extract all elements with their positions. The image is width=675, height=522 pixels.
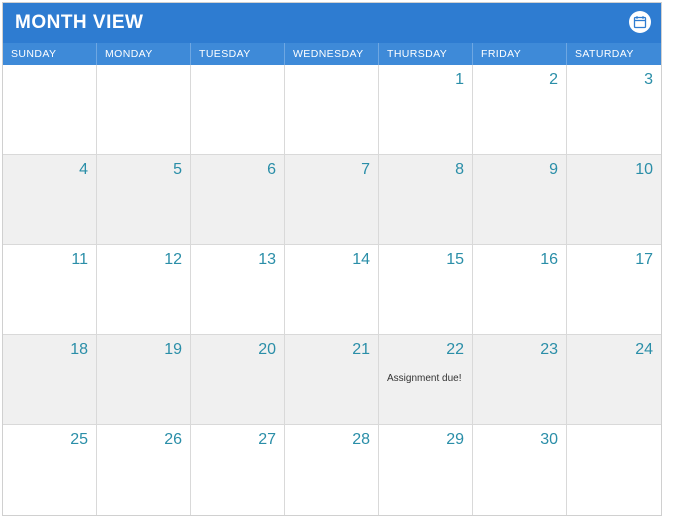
calendar-cell[interactable] — [191, 65, 285, 155]
date-number: 4 — [11, 161, 88, 179]
page-title: MONTH VIEW — [15, 12, 144, 34]
date-number: 30 — [481, 431, 558, 449]
calendar-cell[interactable]: 15 — [379, 245, 473, 335]
calendar-cell[interactable]: 28 — [285, 425, 379, 515]
date-number: 16 — [481, 251, 558, 269]
date-number: 17 — [575, 251, 653, 269]
calendar-event[interactable]: Assignment due! — [387, 373, 464, 385]
date-number: 29 — [387, 431, 464, 449]
dow-tuesday: TUESDAY — [191, 43, 285, 65]
date-number: 20 — [199, 341, 276, 359]
calendar-cell[interactable]: 7 — [285, 155, 379, 245]
date-number: 15 — [387, 251, 464, 269]
date-number: 24 — [575, 341, 653, 359]
date-number: 18 — [11, 341, 88, 359]
calendar-cell[interactable]: 19 — [97, 335, 191, 425]
calendar-cell[interactable]: 17 — [567, 245, 661, 335]
dow-sunday: SUNDAY — [3, 43, 97, 65]
date-number: 28 — [293, 431, 370, 449]
calendar-cell[interactable]: 2 — [473, 65, 567, 155]
calendar-cell[interactable]: 3 — [567, 65, 661, 155]
calendar-cell[interactable]: 10 — [567, 155, 661, 245]
calendar-cell[interactable]: 22 Assignment due! — [379, 335, 473, 425]
date-number: 14 — [293, 251, 370, 269]
calendar-cell[interactable]: 27 — [191, 425, 285, 515]
date-number: 12 — [105, 251, 182, 269]
date-number: 27 — [199, 431, 276, 449]
calendar-cell[interactable]: 29 — [379, 425, 473, 515]
calendar-cell[interactable]: 25 — [3, 425, 97, 515]
date-number: 1 — [387, 71, 464, 89]
calendar-cell[interactable] — [567, 425, 661, 515]
calendar-cell[interactable]: 5 — [97, 155, 191, 245]
dow-monday: MONDAY — [97, 43, 191, 65]
date-number: 25 — [11, 431, 88, 449]
date-number: 2 — [481, 71, 558, 89]
date-number: 26 — [105, 431, 182, 449]
calendar-cell[interactable]: 9 — [473, 155, 567, 245]
calendar-cell[interactable] — [97, 65, 191, 155]
calendar-cell[interactable]: 23 — [473, 335, 567, 425]
dow-friday: FRIDAY — [473, 43, 567, 65]
date-number: 11 — [11, 251, 88, 269]
dow-thursday: THURSDAY — [379, 43, 473, 65]
date-number: 3 — [575, 71, 653, 89]
calendar-icon[interactable] — [629, 11, 651, 33]
calendar-cell[interactable] — [285, 65, 379, 155]
calendar-grid: 12345678910111213141516171819202122Assig… — [3, 65, 661, 515]
date-number: 13 — [199, 251, 276, 269]
date-number: 21 — [293, 341, 370, 359]
calendar-cell[interactable]: 14 — [285, 245, 379, 335]
date-number: 6 — [199, 161, 276, 179]
calendar-cell[interactable]: 8 — [379, 155, 473, 245]
calendar-cell[interactable]: 20 — [191, 335, 285, 425]
calendar-cell[interactable]: 26 — [97, 425, 191, 515]
calendar-cell[interactable]: 16 — [473, 245, 567, 335]
date-number: 5 — [105, 161, 182, 179]
calendar-cell[interactable]: 13 — [191, 245, 285, 335]
calendar-cell[interactable] — [3, 65, 97, 155]
calendar-cell[interactable]: 30 — [473, 425, 567, 515]
calendar-cell[interactable]: 18 — [3, 335, 97, 425]
calendar-cell[interactable]: 21 — [285, 335, 379, 425]
calendar-cell[interactable]: 1 — [379, 65, 473, 155]
calendar-cell[interactable]: 6 — [191, 155, 285, 245]
date-number: 19 — [105, 341, 182, 359]
date-number: 7 — [293, 161, 370, 179]
date-number: 9 — [481, 161, 558, 179]
date-number: 8 — [387, 161, 464, 179]
dow-saturday: SATURDAY — [567, 43, 661, 65]
calendar-cell[interactable]: 12 — [97, 245, 191, 335]
calendar: MONTH VIEW SUNDAY MONDAY TUESDAY WEDNESD… — [2, 2, 662, 516]
date-number: 23 — [481, 341, 558, 359]
date-number: 22 — [387, 341, 464, 359]
calendar-cell[interactable]: 24 — [567, 335, 661, 425]
dow-wednesday: WEDNESDAY — [285, 43, 379, 65]
calendar-cell[interactable]: 4 — [3, 155, 97, 245]
date-number: 10 — [575, 161, 653, 179]
title-bar: MONTH VIEW — [3, 3, 661, 43]
day-of-week-row: SUNDAY MONDAY TUESDAY WEDNESDAY THURSDAY… — [3, 43, 661, 65]
calendar-cell[interactable]: 11 — [3, 245, 97, 335]
